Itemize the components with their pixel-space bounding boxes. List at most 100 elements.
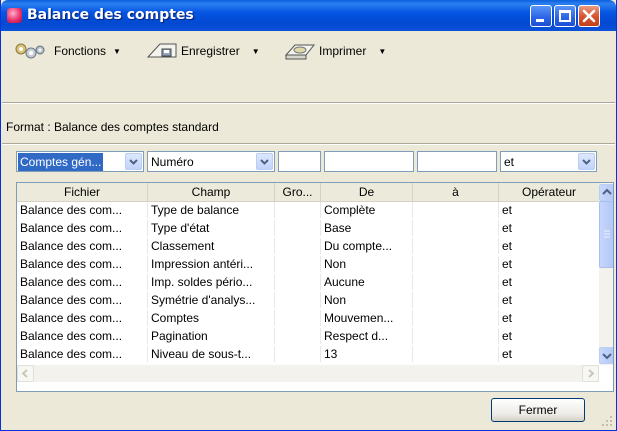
toolbar: Fonctions ▼ Enregistrer ▼ Imprimer ▼: [2, 31, 615, 70]
scroll-right-button[interactable]: [582, 365, 599, 382]
table-row[interactable]: Balance des com... Type de balance Complèt…: [17, 202, 599, 218]
table-row[interactable]: Balance des com... Imp. soldes pério... Au…: [17, 274, 599, 290]
table-row[interactable]: Balance des com... Impression antéri... No…: [17, 256, 599, 272]
cell-to: [413, 328, 499, 344]
cell-file: Balance des com...: [17, 292, 148, 308]
scroll-thumb[interactable]: [599, 201, 613, 268]
operator-dropdown-button[interactable]: [578, 153, 595, 170]
column-header-operator[interactable]: Opérateur: [499, 183, 599, 201]
chevron-up-icon: [602, 188, 612, 195]
column-header-to[interactable]: à: [413, 183, 499, 201]
cell-group: [275, 310, 321, 326]
cell-group: [275, 274, 321, 290]
cell-from: Du compte...: [321, 238, 413, 254]
scroll-up-button[interactable]: [599, 184, 613, 201]
column-header-group[interactable]: Gro...: [275, 183, 321, 201]
cell-operator: et: [502, 275, 513, 289]
functions-label: Fonctions: [54, 44, 107, 58]
cell-field: Classement: [148, 238, 275, 254]
divider: [2, 103, 615, 104]
cell-group: [275, 328, 321, 344]
field-value: Numéro: [151, 155, 194, 169]
cell-field: Type de balance: [148, 202, 275, 218]
table-row[interactable]: Balance des com... Type d'état Base et: [17, 220, 599, 236]
cell-field: Pagination: [148, 328, 275, 344]
table-row[interactable]: Balance des com... Symétrie d'analys... No…: [17, 292, 599, 308]
cell-to: [413, 256, 499, 272]
cell-from: Mouvemen...: [321, 310, 413, 326]
table-header: Fichier Champ Gro... De à Opérateur: [17, 183, 599, 202]
cell-file: Balance des com...: [17, 238, 148, 254]
from-input[interactable]: [324, 151, 414, 172]
window-title: Balance des comptes: [27, 7, 194, 23]
column-header-file[interactable]: Fichier: [17, 183, 148, 201]
criteria-table[interactable]: Fichier Champ Gro... De à Opérateur Bala…: [16, 182, 614, 392]
cell-field: Imp. soldes pério...: [148, 274, 275, 290]
column-header-from[interactable]: De: [321, 183, 413, 201]
vertical-scrollbar[interactable]: [599, 183, 613, 365]
cell-group: [275, 292, 321, 308]
close-button[interactable]: Fermer: [491, 398, 585, 422]
title-bar[interactable]: Balance des comptes: [1, 0, 616, 31]
cell-field: Type d'état: [148, 220, 275, 236]
grip-icon: [604, 230, 610, 238]
cell-from: Base: [321, 220, 413, 236]
cell-operator: et: [502, 257, 513, 271]
scroll-down-button[interactable]: [599, 347, 613, 364]
account-type-dropdown-button[interactable]: [125, 153, 142, 170]
minimize-button[interactable]: [530, 5, 552, 27]
cell-from: Non: [321, 256, 413, 272]
group-input[interactable]: [278, 151, 321, 172]
horizontal-scrollbar[interactable]: [17, 365, 599, 382]
format-label: Format : Balance des comptes standard: [6, 120, 219, 134]
cell-file: Balance des com...: [17, 220, 148, 236]
cell-file: Balance des com...: [17, 256, 148, 272]
column-header-field[interactable]: Champ: [148, 183, 275, 201]
cell-to: [413, 238, 499, 254]
table-row[interactable]: Balance des com... Niveau de sous-t... 13 e…: [17, 346, 599, 362]
cell-operator: et: [502, 293, 513, 307]
save-label: Enregistrer: [181, 44, 240, 58]
cell-from: Respect d...: [321, 328, 413, 344]
minimize-icon: [536, 19, 544, 22]
table-row[interactable]: Balance des com... Classement Du compte...…: [17, 238, 599, 254]
account-type-value: Comptes gén...: [18, 153, 104, 171]
maximize-button[interactable]: [554, 5, 576, 27]
table-row[interactable]: Balance des com... Pagination Respect d...…: [17, 328, 599, 344]
cell-from: Non: [321, 292, 413, 308]
print-menu[interactable]: Imprimer ▼: [284, 41, 386, 61]
cell-to: [413, 220, 499, 236]
cell-field: Symétrie d'analys...: [148, 292, 275, 308]
cell-operator: et: [502, 311, 513, 325]
account-type-select[interactable]: Comptes gén...: [16, 151, 144, 172]
cell-to: [413, 274, 499, 290]
to-input[interactable]: [417, 151, 497, 172]
cell-file: Balance des com...: [17, 310, 148, 326]
cell-file: Balance des com...: [17, 346, 148, 362]
scroll-left-button[interactable]: [17, 365, 34, 382]
chevron-left-icon: [21, 369, 28, 378]
close-window-button[interactable]: [578, 5, 600, 27]
printer-icon: [284, 44, 316, 60]
cell-to: [413, 202, 499, 218]
field-select[interactable]: Numéro: [147, 151, 275, 172]
cell-field: Impression antéri...: [148, 256, 275, 272]
field-dropdown-button[interactable]: [256, 153, 273, 170]
cell-from: Aucune: [321, 274, 413, 290]
cell-operator: et: [502, 221, 513, 235]
gears-icon: [15, 43, 45, 59]
operator-select[interactable]: et: [500, 151, 597, 172]
cell-group: [275, 238, 321, 254]
chevron-down-icon: [602, 353, 612, 360]
functions-menu[interactable]: Fonctions ▼: [13, 41, 121, 61]
resize-grip-icon[interactable]: [601, 415, 613, 427]
chevron-down-icon: ▼: [378, 46, 387, 56]
table-row[interactable]: Balance des com... Comptes Mouvemen... et: [17, 310, 599, 326]
cell-file: Balance des com...: [17, 202, 148, 218]
cell-to: [413, 292, 499, 308]
chevron-down-icon: [582, 159, 591, 165]
chevron-down-icon: [129, 159, 138, 165]
save-menu[interactable]: Enregistrer ▼: [146, 41, 260, 61]
cell-to: [413, 346, 499, 362]
chevron-right-icon: [588, 369, 595, 378]
